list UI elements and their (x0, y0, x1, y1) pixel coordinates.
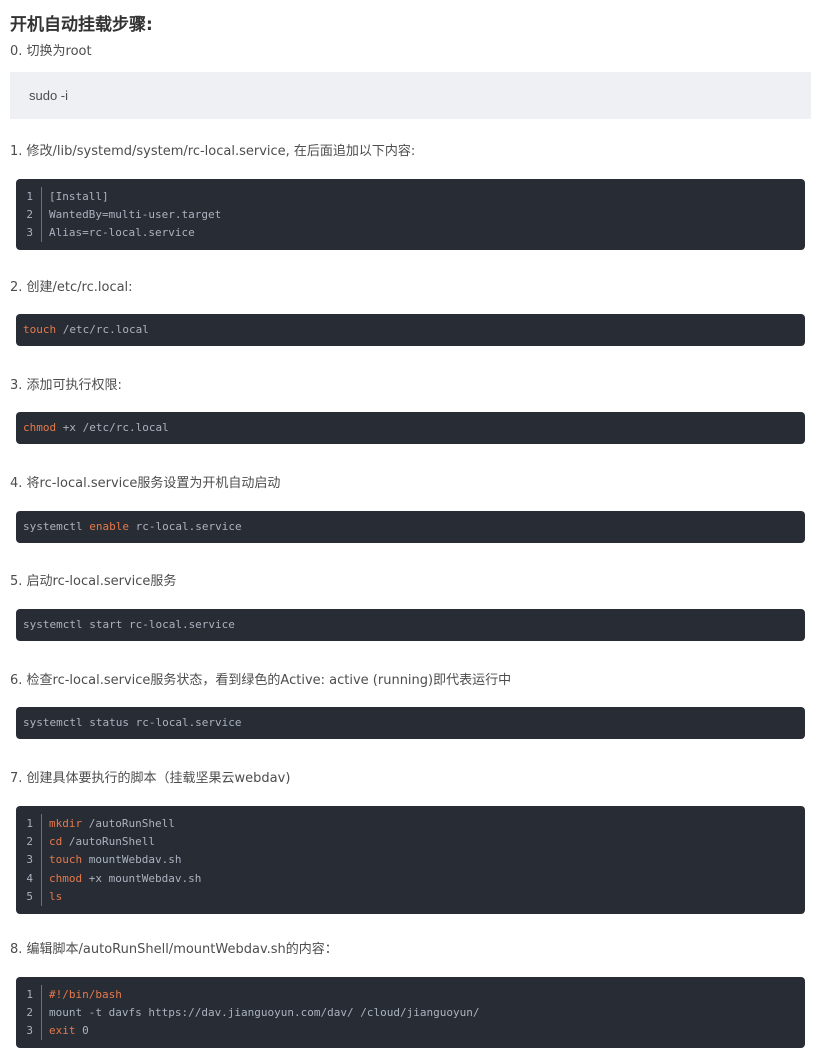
code-keyword: cd (49, 835, 63, 849)
code-line: 3 exit 0 (16, 1021, 805, 1041)
code-keyword: chmod (49, 871, 83, 885)
code-text: mountWebdav.sh (82, 853, 182, 867)
code-block-2[interactable]: touch /etc/rc.local (16, 314, 805, 346)
line-number: 1 (16, 985, 42, 1004)
code-block-8[interactable]: 1 #!/bin/bash 2 mount -t davfs https://dav… (16, 977, 805, 1049)
page-title: 开机自动挂载步骤: (10, 15, 153, 35)
code-line: 1 [Install] (16, 187, 805, 206)
line-number: 3 (16, 1021, 42, 1041)
step-0-text: 0. 切换为root (10, 44, 92, 59)
code-text: WantedBy=multi-user.target (49, 208, 222, 222)
code-keyword: exit (49, 1024, 76, 1038)
code-block-5[interactable]: systemctl start rc-local.service (16, 609, 805, 641)
code-keyword: enable (89, 520, 129, 533)
line-number: 3 (16, 850, 42, 870)
code-text: +x /etc/rc.local (56, 421, 169, 434)
line-number: 3 (16, 223, 42, 243)
code-block-7[interactable]: 1 mkdir /autoRunShell 2 cd /autoRunShell 3… (16, 806, 805, 914)
quote-block[interactable]: sudo -i (10, 72, 811, 119)
code-line: 2 mount -t davfs https://dav.jianguoyun.c… (16, 1003, 805, 1022)
step-6-text: 6. 检查rc-local.service服务状态，看到绿色的Active: a… (10, 673, 512, 688)
code-block-6[interactable]: systemctl status rc-local.service (16, 707, 805, 739)
step-4-text: 4. 将rc-local.service服务设置为开机自动启动 (10, 476, 281, 491)
step-3-text: 3. 添加可执行权限: (10, 378, 122, 393)
line-number: 2 (16, 1003, 42, 1022)
step-8-text: 8. 编辑脚本/autoRunShell/mountWebdav.sh的内容： (10, 942, 338, 957)
code-line: 1 mkdir /autoRunShell (16, 814, 805, 833)
code-keyword: ls (49, 890, 63, 904)
code-keyword: mkdir (49, 816, 83, 830)
step-5-text: 5. 启动rc-local.service服务 (10, 574, 177, 589)
line-number: 1 (16, 814, 42, 833)
line-number: 2 (16, 832, 42, 851)
code-text: /etc/rc.local (56, 323, 149, 336)
code-block-3[interactable]: chmod +x /etc/rc.local (16, 412, 805, 444)
code-text: systemctl status rc-local.service (23, 716, 242, 729)
code-text: /autoRunShell (62, 835, 155, 849)
code-line: 3 touch mountWebdav.sh (16, 850, 805, 870)
quote-command: sudo -i (29, 88, 69, 103)
code-line: 2 WantedBy=multi-user.target (16, 205, 805, 224)
line-number: 4 (16, 869, 42, 888)
code-line: 2 cd /autoRunShell (16, 832, 805, 851)
code-keyword: #!/bin/bash (49, 987, 122, 1001)
code-text: [Install] (49, 189, 109, 203)
code-text: +x mountWebdav.sh (82, 871, 202, 885)
code-block-1[interactable]: 1 [Install] 2 WantedBy=multi-user.target 3… (16, 179, 805, 251)
line-number: 1 (16, 187, 42, 206)
code-text: Alias=rc-local.service (49, 226, 195, 240)
code-text: 0 (75, 1024, 89, 1038)
code-keyword: touch (49, 853, 83, 867)
step-1-text: 1. 修改/lib/systemd/system/rc-local.servic… (10, 144, 416, 159)
code-block-4[interactable]: systemctl enable rc-local.service (16, 511, 805, 543)
code-text: systemctl start rc-local.service (23, 618, 235, 631)
code-keyword: chmod (23, 421, 57, 434)
code-line: 3 Alias=rc-local.service (16, 223, 805, 243)
code-line: 1 #!/bin/bash (16, 985, 805, 1004)
code-text: rc-local.service (128, 520, 242, 533)
code-text: mount -t davfs https://dav.jianguoyun.co… (49, 1006, 480, 1020)
step-2-text: 2. 创建/etc/rc.local: (10, 280, 133, 295)
code-text: systemctl (23, 520, 90, 533)
step-7-text: 7. 创建具体要执行的脚本（挂载坚果云webdav) (10, 771, 291, 786)
code-keyword: touch (23, 323, 57, 336)
code-text: /autoRunShell (82, 816, 175, 830)
code-line: 5 ls (16, 887, 805, 906)
code-line: 4 chmod +x mountWebdav.sh (16, 869, 805, 888)
line-number: 2 (16, 205, 42, 224)
line-number: 5 (16, 887, 42, 906)
